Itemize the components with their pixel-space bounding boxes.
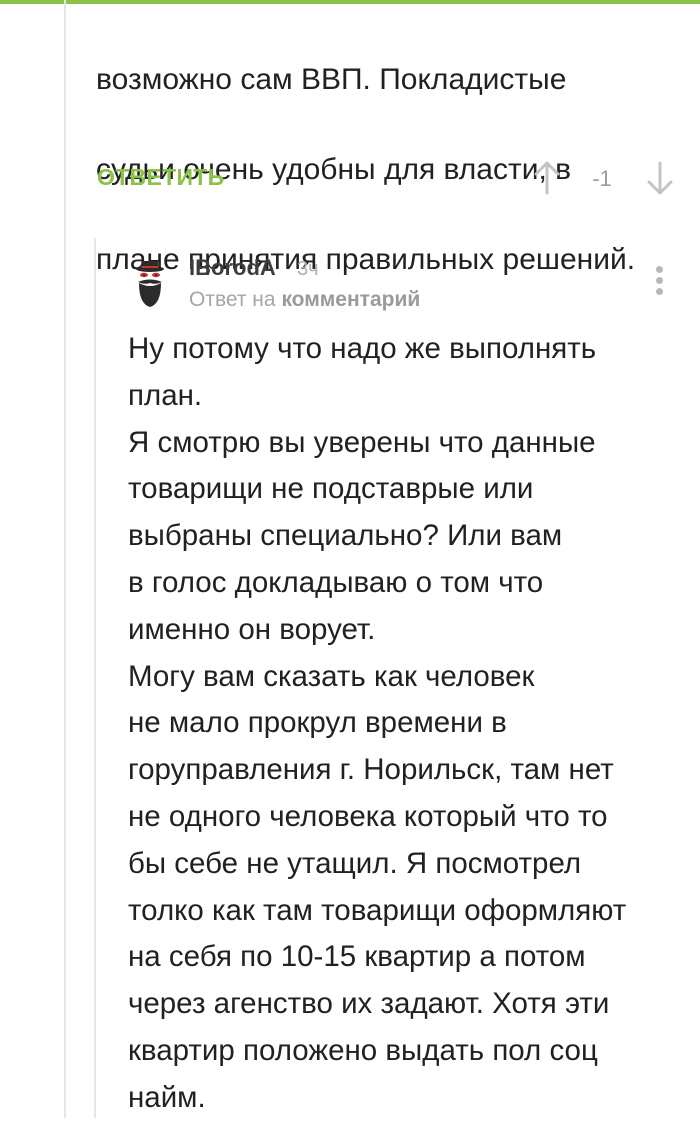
text-line: возможно сам ВВП. Покладистые (96, 63, 567, 96)
text-line: на себя по 10-15 квартир а потом (128, 940, 586, 974)
text-line: через агенство их задают. Хотя эти (128, 987, 610, 1021)
more-vertical-icon-dot (655, 266, 663, 273)
text-line: горуправления г. Норильск, там нет (128, 753, 614, 787)
reply-to-prefix: Ответ на (189, 288, 276, 311)
more-vertical-icon-dot (655, 288, 663, 295)
text-line: в голос докладываю о том что (128, 565, 544, 599)
text-line: Могу вам сказать как человек (128, 659, 535, 693)
reply-to-line: Ответ на комментарий (189, 288, 420, 312)
text-line: товарищи не подставрые или (128, 472, 534, 506)
text-line: выбраны специально? Или вам (128, 519, 563, 553)
text-line: Ну потому что надо же выполнять (128, 332, 597, 365)
text-line: найм. (128, 1080, 206, 1114)
thread-line-outer (64, 0, 66, 1118)
text-line: план. (128, 378, 203, 412)
comment-body: Ну потому что надо же выполнять план. Я … (128, 326, 688, 1122)
top-accent-bar (0, 0, 700, 4)
text-line: именно он ворует. (128, 612, 376, 646)
bearded-man-avatar-icon (136, 261, 164, 307)
text-line: не одного человека который что то (128, 799, 608, 833)
text-line: не мало прокрул времени в (128, 706, 507, 740)
comment-score: -1 (592, 166, 612, 191)
thread-line-inner (94, 238, 96, 1118)
comment-time: 3ч (297, 258, 319, 280)
arrow-up-icon (534, 161, 560, 195)
author-avatar[interactable] (128, 258, 172, 310)
reply-button[interactable]: ОТВЕТИТЬ (97, 164, 224, 191)
text-line: Я смотрю вы уверены что данные (128, 425, 596, 459)
text-line: толко как там товарищи оформляют (128, 893, 627, 927)
more-vertical-icon-dot (655, 277, 663, 284)
text-line: плане принятия правильных решений. (96, 243, 636, 276)
text-line: квартир положено выдать пол соц (128, 1033, 598, 1067)
upvote-button[interactable] (533, 160, 561, 196)
arrow-down-icon (647, 161, 673, 195)
text-line: бы себе не утащил. Я посмотрел (128, 846, 582, 880)
more-options-button[interactable] (648, 266, 670, 302)
downvote-button[interactable] (646, 160, 674, 196)
author-name[interactable]: IBorodA (189, 255, 276, 281)
reply-to-link[interactable]: комментарий (281, 288, 420, 311)
